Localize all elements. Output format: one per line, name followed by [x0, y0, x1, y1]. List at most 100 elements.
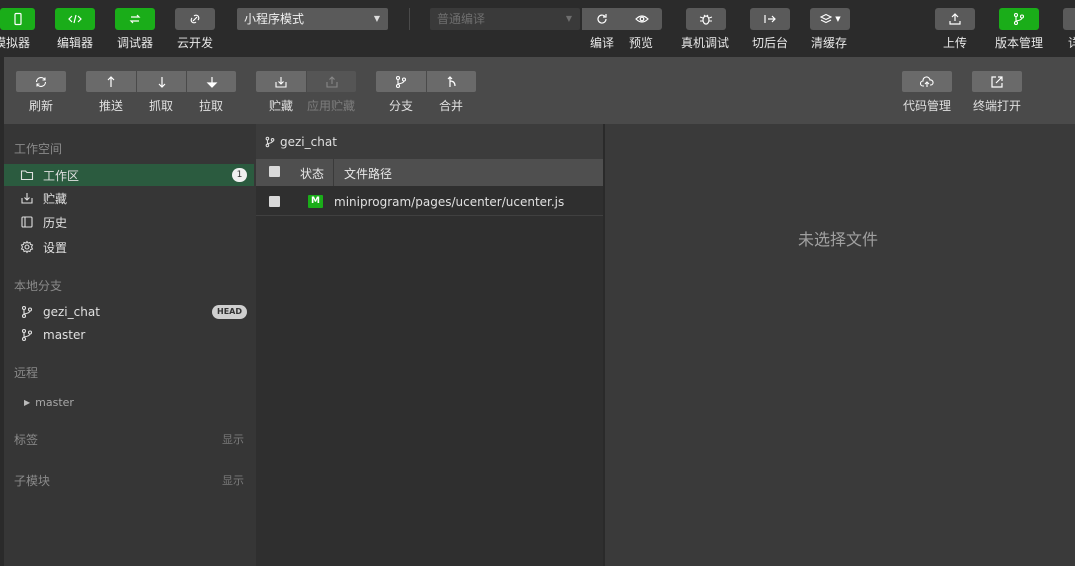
- chevron-down-icon: ▼: [835, 15, 841, 23]
- local-branch-section-title: 本地分支: [14, 279, 63, 293]
- current-branch-bar: gezi_chat: [256, 124, 603, 159]
- cloud-icon: [920, 75, 934, 87]
- simulator-button[interactable]: [0, 8, 35, 30]
- branch-button[interactable]: [376, 71, 426, 92]
- push-label: 推送: [99, 99, 124, 113]
- code-manage-label: 代码管理: [903, 99, 952, 113]
- clear-cache-button[interactable]: ▼: [810, 8, 850, 30]
- cloud-link-icon: [190, 14, 200, 24]
- pull-label: 拉取: [199, 99, 224, 113]
- code-icon: [68, 14, 82, 24]
- background-button[interactable]: [750, 8, 790, 30]
- sidebar-item-label: 贮藏: [43, 191, 68, 206]
- push-icon: [107, 75, 115, 87]
- history-icon: [21, 216, 33, 228]
- branch-item-master[interactable]: master: [4, 324, 254, 346]
- table-row[interactable]: M miniprogram/pages/ucenter/ucenter.js: [256, 187, 603, 216]
- sidebar-item-label: 工作区: [43, 168, 80, 183]
- preview-button[interactable]: [622, 8, 662, 30]
- sidebar-item-label: master: [43, 328, 86, 342]
- pull-icon: [206, 76, 217, 88]
- branch-icon: [21, 328, 33, 342]
- open-terminal-label: 终端打开: [973, 99, 1022, 113]
- upload-button[interactable]: [935, 8, 975, 30]
- cloud-dev-button[interactable]: [175, 8, 215, 30]
- compile-select-value: 普通编译: [437, 12, 486, 26]
- remote-item-master[interactable]: ▶ master: [4, 391, 254, 413]
- sidebar-item-stash[interactable]: 贮藏: [4, 187, 254, 209]
- top-toolbar: 模拟器 编辑器 调试器 云开发 小程序模式 ▼ 普通编译 ▼ 编译 预览 真机调…: [0, 0, 1075, 57]
- bug-icon: [699, 14, 713, 25]
- status-column-header: 状态: [300, 167, 325, 181]
- tags-section-title: 标签: [14, 433, 39, 447]
- vcs-toolbar: 刷新 推送 抓取 拉取 贮藏 应用贮藏 分支 合并 代码管理 终端打开: [4, 57, 1075, 124]
- remote-section-title: 远程: [14, 366, 39, 380]
- current-branch-name: gezi_chat: [280, 135, 337, 149]
- refresh-button[interactable]: [16, 71, 66, 92]
- select-all-checkbox[interactable]: [269, 166, 280, 177]
- workspace-section-title: 工作空间: [14, 142, 63, 156]
- diff-detail-panel: 未选择文件: [605, 124, 1075, 566]
- layers-icon: [820, 13, 833, 24]
- gear-icon: [20, 240, 34, 254]
- version-manage-button[interactable]: [999, 8, 1039, 30]
- version-manage-label: 版本管理: [995, 36, 1044, 50]
- refresh-icon: [597, 14, 607, 24]
- merge-icon: [447, 75, 456, 87]
- editor-label: 编辑器: [57, 36, 94, 50]
- upload-label: 上传: [943, 36, 968, 50]
- submodule-section-title: 子模块: [14, 474, 51, 488]
- device-debug-label: 真机调试: [681, 36, 730, 50]
- compile-select[interactable]: 普通编译 ▼: [430, 8, 580, 30]
- mode-select-value: 小程序模式: [244, 12, 305, 26]
- push-button[interactable]: [86, 71, 136, 92]
- apply-stash-icon: [325, 75, 338, 88]
- code-manage-button[interactable]: [902, 71, 952, 92]
- branch-icon: [1013, 12, 1025, 26]
- open-terminal-button[interactable]: [972, 71, 1022, 92]
- debugger-label: 调试器: [117, 36, 154, 50]
- merge-button[interactable]: [427, 71, 476, 92]
- chevron-right-icon: ▶: [24, 397, 31, 407]
- sidebar-item-label: 设置: [43, 240, 68, 255]
- compile-button[interactable]: [582, 8, 622, 30]
- sidebar-item-label: master: [35, 395, 74, 409]
- sidebar-item-settings[interactable]: 设置: [4, 236, 254, 258]
- modified-status-badge: M: [308, 195, 323, 208]
- details-button[interactable]: [1063, 8, 1075, 30]
- debugger-button[interactable]: [115, 8, 155, 30]
- device-debug-button[interactable]: [686, 8, 726, 30]
- sidebar-item-label: gezi_chat: [43, 305, 100, 319]
- apply-stash-button[interactable]: [307, 71, 356, 92]
- refresh-icon: [35, 76, 47, 87]
- branch-item-gezi-chat[interactable]: gezi_chat HEAD: [4, 301, 254, 323]
- eye-icon: [635, 15, 649, 23]
- details-label: 详: [1068, 36, 1075, 50]
- submodule-show-toggle[interactable]: 显示: [222, 472, 244, 488]
- branch-icon: [395, 75, 407, 88]
- switch-background-icon: [764, 15, 776, 23]
- simulator-label: 模拟器: [0, 36, 31, 50]
- toolbar-divider: [409, 8, 410, 30]
- row-checkbox[interactable]: [269, 196, 280, 207]
- fetch-label: 抓取: [149, 99, 174, 113]
- stash-button[interactable]: [256, 71, 306, 92]
- fetch-button[interactable]: [137, 71, 186, 92]
- merge-label: 合并: [439, 99, 464, 113]
- change-count-badge: 1: [232, 168, 247, 182]
- sidebar-item-history[interactable]: 历史: [4, 211, 254, 233]
- pull-button[interactable]: [187, 71, 236, 92]
- sidebar-item-workarea[interactable]: 工作区 1: [4, 164, 254, 186]
- debug-arrows-icon: [129, 14, 141, 24]
- upload-icon: [949, 13, 961, 25]
- empty-state-text: 未选择文件: [798, 230, 879, 249]
- chevron-down-icon: ▼: [565, 14, 572, 23]
- tags-show-toggle[interactable]: 显示: [222, 431, 244, 447]
- branch-label: 分支: [389, 99, 414, 113]
- head-badge: HEAD: [212, 305, 247, 319]
- editor-button[interactable]: [55, 8, 95, 30]
- mode-select[interactable]: 小程序模式 ▼: [237, 8, 388, 30]
- cloud-dev-label: 云开发: [177, 36, 214, 50]
- sidebar-item-label: 历史: [43, 215, 68, 230]
- chevron-down-icon: ▼: [373, 14, 380, 23]
